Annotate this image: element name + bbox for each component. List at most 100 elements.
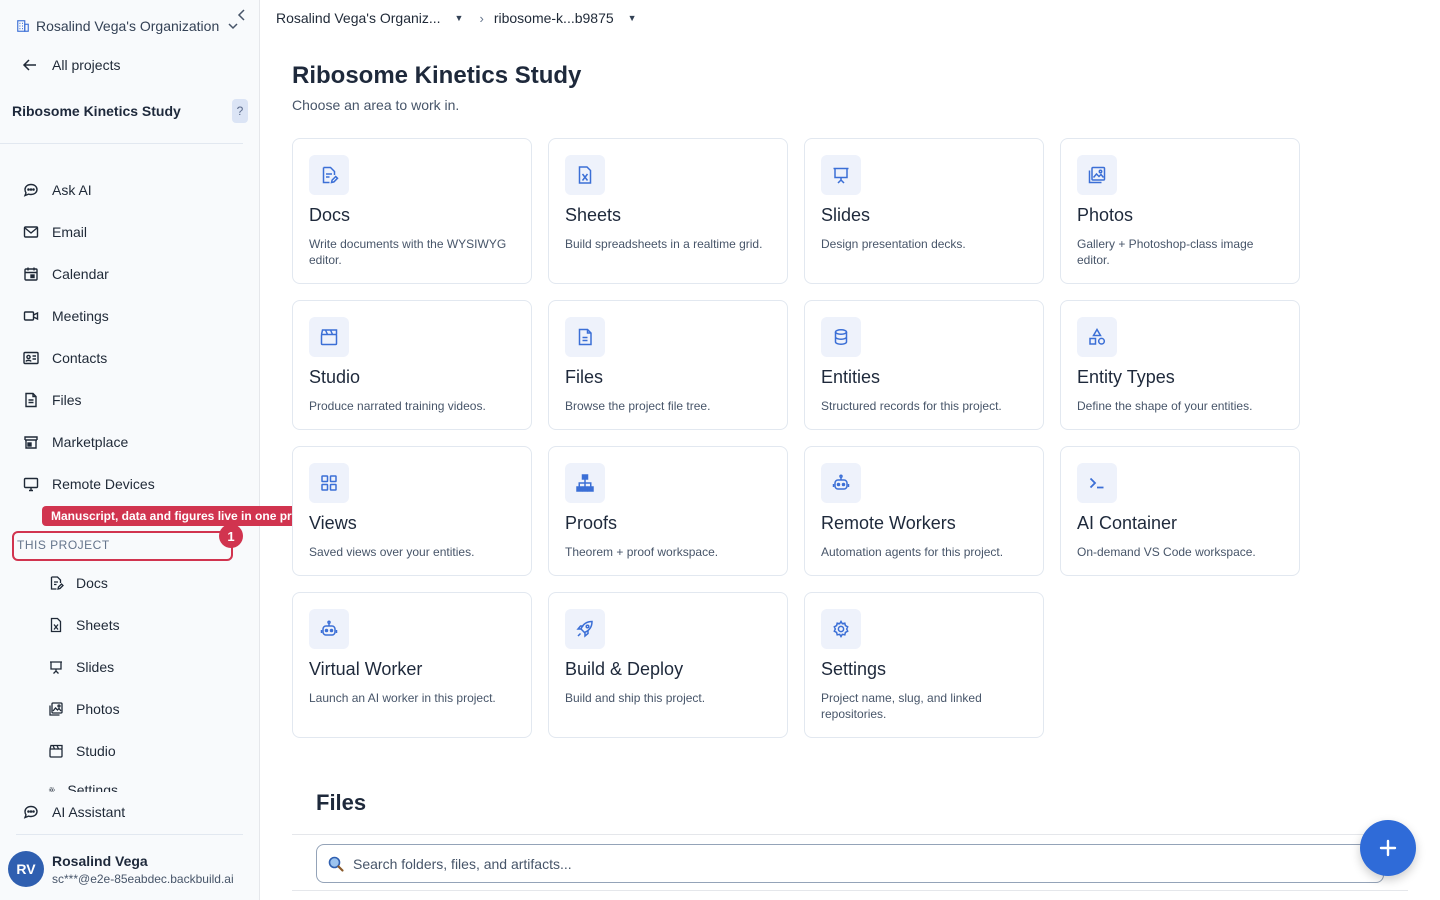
project-name: Ribosome Kinetics Study <box>12 103 181 119</box>
breadcrumb-project[interactable]: ribosome-k...b9875 <box>494 10 614 26</box>
video-camera-icon <box>23 311 39 321</box>
card-build-deploy[interactable]: Build & Deploy Build and ship this proje… <box>548 592 788 738</box>
sub-item-photos[interactable]: Photos <box>48 698 120 720</box>
divider <box>0 143 243 144</box>
card-description: Saved views over your entities. <box>309 545 475 559</box>
card-description: Gallery + Photoshop-class image editor. <box>1077 237 1254 267</box>
card-studio[interactable]: Studio Produce narrated training videos. <box>292 300 532 430</box>
nav-label: Email <box>52 224 88 240</box>
caret-down-icon[interactable]: ▼ <box>628 13 637 23</box>
ai-assistant-button[interactable]: AI Assistant <box>22 800 125 824</box>
page-subtitle: Choose an area to work in. <box>292 97 460 113</box>
card-ai-container[interactable]: AI Container On-demand VS Code workspace… <box>1060 446 1300 576</box>
avatar: RV <box>8 851 44 887</box>
card-sheets[interactable]: Sheets Build spreadsheets in a realtime … <box>548 138 788 284</box>
card-description: Launch an AI worker in this project. <box>309 691 496 705</box>
card-remote-workers[interactable]: Remote Workers Automation agents for thi… <box>804 446 1044 576</box>
tutorial-tooltip: Manuscript, data and figures live in one… <box>42 506 329 526</box>
breadcrumb-org[interactable]: Rosalind Vega's Organiz... <box>276 10 441 26</box>
rocket-icon <box>576 620 593 638</box>
sub-item-studio[interactable]: Studio <box>48 740 116 762</box>
card-title: Proofs <box>565 513 618 533</box>
nav-calendar[interactable]: Calendar <box>22 262 109 286</box>
chevron-right-icon: › <box>479 10 484 26</box>
current-project: Ribosome Kinetics Study ? <box>12 98 248 124</box>
sub-item-label: Studio <box>76 743 116 759</box>
nav-files[interactable]: Files <box>22 388 82 412</box>
card-icon-box <box>565 609 605 649</box>
database-icon <box>834 329 848 345</box>
presentation-icon <box>50 661 62 674</box>
sub-item-docs[interactable]: Docs <box>48 572 108 594</box>
nav-ask-ai[interactable]: Ask AI <box>22 178 92 202</box>
nav-email[interactable]: Email <box>22 220 87 244</box>
card-title: AI Container <box>1077 513 1178 533</box>
card-description: Browse the project file tree. <box>565 399 711 413</box>
card-title: Docs <box>309 205 351 225</box>
card-description: Project name, slug, and linked repositor… <box>821 691 982 721</box>
all-projects-link[interactable]: All projects <box>22 54 120 76</box>
nav-meetings[interactable]: Meetings <box>22 304 109 328</box>
clapperboard-icon <box>49 744 63 758</box>
card-entities[interactable]: Entities Structured records for this pro… <box>804 300 1044 430</box>
card-title: Virtual Worker <box>309 659 423 679</box>
sub-item-sheets[interactable]: Sheets <box>48 614 120 636</box>
this-project-section-label: THIS PROJECT <box>12 531 233 561</box>
nav-label: Marketplace <box>52 434 129 450</box>
card-icon-box <box>821 609 861 649</box>
file-icon <box>578 328 592 346</box>
card-icon-box <box>309 609 349 649</box>
card-icon-box <box>1077 317 1117 357</box>
photo-icon <box>1088 166 1106 184</box>
sub-item-label: Settings <box>67 784 118 792</box>
chat-bubble-icon <box>23 805 38 819</box>
collapse-sidebar-button[interactable] <box>230 8 252 38</box>
chevron-left-icon <box>237 9 245 21</box>
card-entity-types[interactable]: Entity Types Define the shape of your en… <box>1060 300 1300 430</box>
card-views[interactable]: Views Saved views over your entities. <box>292 446 532 576</box>
nav-contacts[interactable]: Contacts <box>22 346 107 370</box>
photo-icon <box>49 702 63 716</box>
all-projects-label: All projects <box>52 57 121 73</box>
spreadsheet-icon <box>578 166 592 184</box>
doc-edit-icon <box>322 166 339 184</box>
user-name: Rosalind Vega <box>52 852 148 869</box>
caret-down-icon[interactable]: ▼ <box>455 13 464 23</box>
sub-item-label: Sheets <box>76 617 120 633</box>
ai-assistant-label: AI Assistant <box>52 804 126 820</box>
calendar-icon <box>24 267 38 281</box>
card-photos[interactable]: Photos Gallery + Photoshop-class image e… <box>1060 138 1300 284</box>
nav-marketplace[interactable]: Marketplace <box>22 430 128 454</box>
card-proofs[interactable]: Proofs Theorem + proof workspace. <box>548 446 788 576</box>
robot-icon <box>320 620 338 636</box>
card-icon-box <box>821 155 861 195</box>
add-fab-button[interactable] <box>1360 820 1416 876</box>
files-search-input[interactable] <box>353 855 1253 872</box>
store-icon <box>24 436 38 449</box>
user-profile[interactable]: RV Rosalind Vega sc***@e2e-85eabdec.back… <box>8 847 248 891</box>
card-description: Write documents with the WYSIWYG editor. <box>309 237 507 267</box>
sub-item-settings[interactable]: Settings <box>48 784 118 792</box>
sub-item-slides[interactable]: Slides <box>48 656 114 678</box>
card-title: Sheets <box>565 205 622 225</box>
card-title: Slides <box>821 205 871 225</box>
user-email: sc***@e2e-85eabdec.backbuild.ai <box>52 871 234 886</box>
nav-label: Calendar <box>52 266 109 282</box>
terminal-icon <box>1089 477 1104 489</box>
nav-remote-devices[interactable]: Remote Devices <box>22 472 155 496</box>
card-docs[interactable]: Docs Write documents with the WYSIWYG ed… <box>292 138 532 284</box>
card-settings[interactable]: Settings Project name, slug, and linked … <box>804 592 1044 738</box>
nav-label: Contacts <box>52 350 108 366</box>
card-virtual-worker[interactable]: Virtual Worker Launch an AI worker in th… <box>292 592 532 738</box>
org-name: Rosalind Vega's Organization <box>36 18 220 34</box>
sub-item-label: Photos <box>76 701 120 717</box>
card-files[interactable]: Files Browse the project file tree. <box>548 300 788 430</box>
help-button[interactable]: ? <box>232 99 248 123</box>
card-icon-box <box>821 317 861 357</box>
breadcrumb: Rosalind Vega's Organiz... ▼ › ribosome-… <box>276 8 637 28</box>
clapperboard-icon <box>320 329 338 346</box>
org-switcher[interactable]: Rosalind Vega's Organization <box>16 14 252 38</box>
card-slides[interactable]: Slides Design presentation decks. <box>804 138 1044 284</box>
spreadsheet-icon <box>50 617 62 633</box>
files-search <box>316 844 1384 883</box>
